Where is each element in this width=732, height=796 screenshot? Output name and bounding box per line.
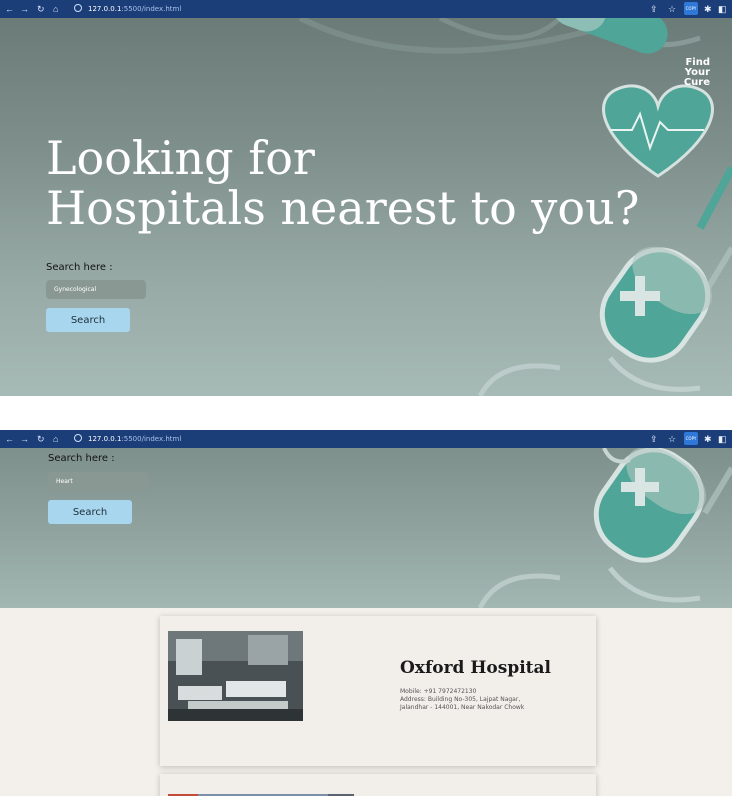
copy-extension-icon[interactable]: COPY <box>684 432 698 445</box>
hospital-address-line-1: Address: Building No-305, Lajpat Nagar, <box>400 696 521 703</box>
reload-icon[interactable]: ↻ <box>37 3 45 15</box>
search-label: Search here : <box>46 262 113 273</box>
address-bar[interactable]: 127.0.0.1:5500/index.html <box>88 4 181 14</box>
browser-toolbar: ← → ↻ ⌂ 127.0.0.1:5500/index.html ⇪ ☆ CO… <box>0 0 732 18</box>
hero-section-scrolled: Search here : Search <box>0 448 732 608</box>
share-icon[interactable]: ⇪ <box>650 3 658 15</box>
reload-icon[interactable]: ↻ <box>37 433 45 445</box>
home-icon[interactable]: ⌂ <box>53 433 58 445</box>
headline-line-2: Hospitals nearest to you? <box>46 181 640 235</box>
search-button[interactable]: Search <box>48 500 132 524</box>
bookmark-star-icon[interactable]: ☆ <box>668 433 676 445</box>
hospital-name[interactable]: Oxford Hospital <box>400 658 551 678</box>
home-icon[interactable]: ⌂ <box>53 3 58 15</box>
hero-headline: Looking for Hospitals nearest to you? <box>46 133 639 233</box>
search-label: Search here : <box>48 453 115 464</box>
hero-section: Find Your Cure Looking for Hospitals nea… <box>0 18 732 396</box>
back-arrow-icon[interactable]: ← <box>5 433 14 445</box>
browser-toolbar: ← → ↻ ⌂ 127.0.0.1:5500/index.html ⇪ ☆ CO… <box>0 430 732 448</box>
site-info-icon[interactable] <box>74 434 82 442</box>
puzzle-extensions-icon[interactable]: ✱ <box>704 3 712 15</box>
back-arrow-icon[interactable]: ← <box>5 3 14 15</box>
screenshot-results: ← → ↻ ⌂ 127.0.0.1:5500/index.html ⇪ ☆ CO… <box>0 430 732 796</box>
hospital-card[interactable]: Oxford Hospital Mobile: +91 7972472130 A… <box>160 616 596 766</box>
share-icon[interactable]: ⇪ <box>650 433 658 445</box>
bookmark-star-icon[interactable]: ☆ <box>668 3 676 15</box>
search-button[interactable]: Search <box>46 308 130 332</box>
puzzle-extensions-icon[interactable]: ✱ <box>704 433 712 445</box>
hospital-mobile: Mobile: +91 7972472130 <box>400 688 477 695</box>
address-bar[interactable]: 127.0.0.1:5500/index.html <box>88 434 181 444</box>
brand-logo[interactable]: Find Your Cure <box>684 58 710 88</box>
search-input[interactable] <box>46 280 146 299</box>
screenshot-landing: ← → ↻ ⌂ 127.0.0.1:5500/index.html ⇪ ☆ CO… <box>0 0 732 396</box>
forward-arrow-icon[interactable]: → <box>20 3 29 15</box>
headline-line-1: Looking for <box>46 131 315 185</box>
sidepanel-icon[interactable]: ◧ <box>718 433 727 445</box>
hospital-ward-photo <box>168 631 303 721</box>
forward-arrow-icon[interactable]: → <box>20 433 29 445</box>
copy-extension-icon[interactable]: COPY <box>684 2 698 15</box>
hospital-address-line-2: Jalandhar - 144001, Near Nakodar Chowk <box>400 704 525 711</box>
sidepanel-icon[interactable]: ◧ <box>718 3 727 15</box>
results-section: Oxford Hospital Mobile: +91 7972472130 A… <box>0 608 732 796</box>
search-input[interactable] <box>48 472 148 491</box>
hospital-card[interactable] <box>160 774 596 796</box>
site-info-icon[interactable] <box>74 4 82 12</box>
